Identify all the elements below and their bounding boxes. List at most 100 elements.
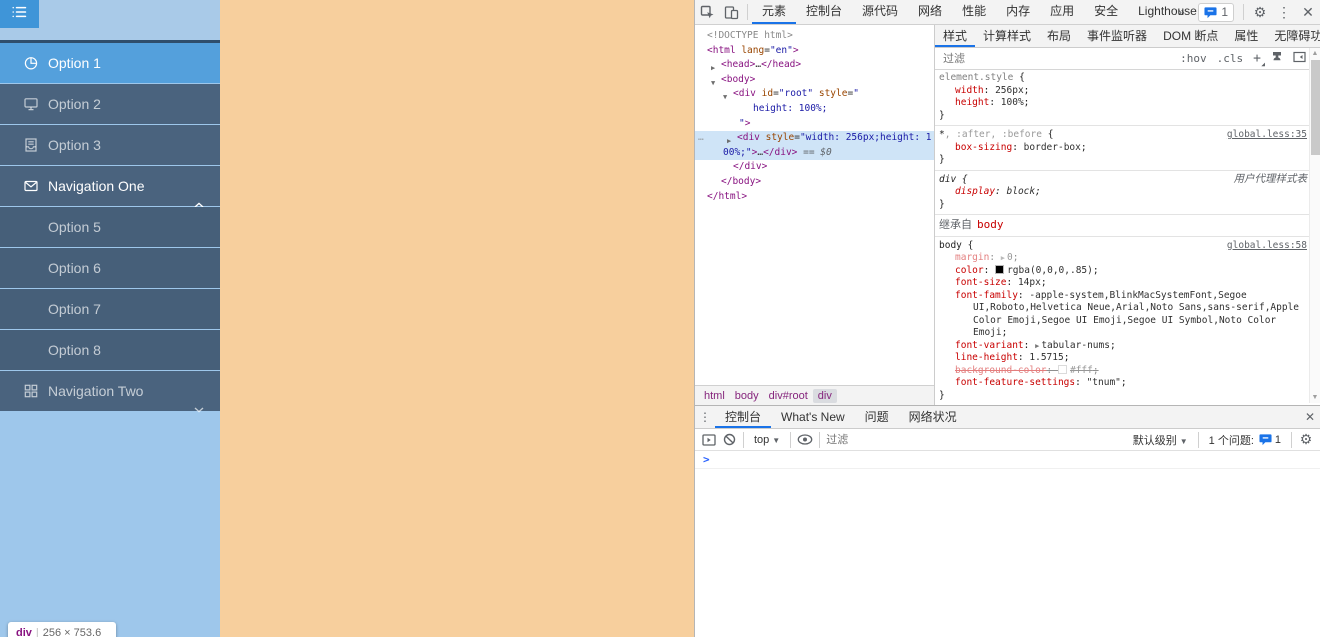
breadcrumb-div[interactable]: div — [813, 389, 837, 403]
styles-tab-0[interactable]: 样式 — [935, 26, 975, 47]
drawer-tab-1[interactable]: What's New — [771, 407, 855, 428]
console-sidebar-icon[interactable] — [699, 431, 719, 449]
sidebar-item-option-2[interactable]: Option 2 — [0, 84, 220, 124]
css-declaration[interactable]: font-variant: ▶tabular-nums; — [939, 340, 1306, 353]
dom-tree-line[interactable]: ▼<div id="root" style=" — [695, 87, 934, 102]
color-swatch[interactable] — [1058, 365, 1067, 374]
drawer-tab-3[interactable]: 网络状况 — [899, 407, 967, 428]
console-filter-input[interactable] — [824, 433, 1127, 447]
live-expression-eye-icon[interactable] — [795, 431, 815, 449]
dom-tree-line[interactable]: </body> — [695, 175, 934, 190]
dom-tree-line[interactable]: 00%;">…</div> == $0 — [695, 146, 934, 161]
drawer-tab-2[interactable]: 问题 — [855, 407, 899, 428]
devtools-tab-7[interactable]: 安全 — [1084, 0, 1128, 24]
settings-gear-icon[interactable]: ⚙ — [1248, 0, 1272, 24]
css-declaration[interactable]: box-sizing: border-box; — [939, 142, 1306, 155]
styles-brush-icon[interactable] — [1271, 51, 1283, 66]
dom-tree-line[interactable]: </div> — [695, 160, 934, 175]
css-declaration[interactable]: width: 256px; — [939, 85, 1306, 98]
toggle-class-button[interactable]: .cls — [1217, 52, 1244, 65]
stylesheet-link[interactable]: global.less:58 — [1227, 240, 1307, 253]
colon: : — [1006, 277, 1017, 288]
css-declaration[interactable]: color: rgba(0,0,0,.85); — [939, 265, 1306, 278]
stylesheet-link[interactable]: global.less:35 — [1227, 129, 1307, 142]
css-declaration[interactable]: display: block; — [939, 186, 1306, 199]
menu-collapse-trigger[interactable] — [0, 0, 39, 28]
color-swatch[interactable] — [995, 265, 1004, 274]
sidebar-item-option-1[interactable]: Option 1 — [0, 43, 220, 83]
console-settings-gear-icon[interactable]: ⚙ — [1296, 431, 1316, 449]
breadcrumb-html[interactable]: html — [699, 389, 730, 403]
scroll-up-arrow[interactable]: ▲ — [1310, 50, 1320, 57]
inspect-element-icon[interactable] — [695, 0, 719, 24]
css-declaration[interactable]: font-family: -apple-system,BlinkMacSyste… — [939, 290, 1306, 340]
sidebar-item-navigation-one[interactable]: Navigation One — [0, 166, 220, 206]
styles-tab-3[interactable]: 事件监听器 — [1079, 26, 1155, 47]
css-declaration[interactable]: font-size: 14px; — [939, 277, 1306, 290]
dom-tree-line[interactable]: <html lang="en"> — [695, 44, 934, 59]
rule-selector[interactable]: element.style { — [939, 72, 1306, 85]
sidebar-item-option-3[interactable]: Option 3 — [0, 125, 220, 165]
devtools-tab-1[interactable]: 控制台 — [796, 0, 852, 24]
devtools-tab-6[interactable]: 应用 — [1040, 0, 1084, 24]
dom-tree-line[interactable]: "> — [695, 117, 934, 132]
breadcrumb-div-root[interactable]: div#root — [764, 389, 813, 403]
devtools-tab-5[interactable]: 内存 — [996, 0, 1040, 24]
log-level-selector[interactable]: 默认级别▼ — [1133, 432, 1188, 448]
drawer-menu-dots-icon[interactable]: ⋮ — [695, 408, 715, 426]
styles-filter-input[interactable] — [941, 52, 1175, 66]
devtools-tab-2[interactable]: 源代码 — [852, 0, 908, 24]
inherited-node-link[interactable]: body — [977, 218, 1004, 231]
styles-tab-6[interactable]: 无障碍功能 — [1266, 26, 1320, 47]
css-declaration[interactable]: font-feature-settings: "tnum"; — [939, 377, 1306, 390]
line-options-dots[interactable]: … — [698, 131, 705, 146]
rule-close-brace: } — [939, 199, 1306, 212]
scrollbar-thumb[interactable] — [1311, 60, 1320, 155]
computed-panel-toggle-icon[interactable] — [1293, 51, 1306, 66]
expand-shorthand-arrow[interactable]: ▶ — [1001, 254, 1005, 262]
property-name: background-color — [955, 365, 1047, 376]
styles-tab-5[interactable]: 属性 — [1226, 26, 1266, 47]
styles-tab-4[interactable]: DOM 断点 — [1155, 26, 1226, 47]
sidebar-item-option-8[interactable]: Option 8 — [0, 330, 220, 370]
dom-tree-line[interactable]: ▼<body> — [695, 73, 934, 88]
devtools-tab-0[interactable]: 元素 — [752, 0, 796, 24]
dom-tree-line[interactable]: …▶<div style="width: 256px;height: 1 — [695, 131, 934, 146]
toggle-pseudo-state-button[interactable]: :hov — [1180, 52, 1207, 65]
css-declaration[interactable]: background-color: #fff; — [939, 365, 1306, 378]
device-toolbar-icon[interactable] — [719, 0, 743, 24]
dom-tree-line[interactable]: height: 100%; — [695, 102, 934, 117]
property-value: 100% — [1001, 97, 1024, 108]
sidebar-item-option-6[interactable]: Option 6 — [0, 248, 220, 288]
styles-tab-2[interactable]: 布局 — [1039, 26, 1079, 47]
devtools-close-icon[interactable]: ✕ — [1296, 0, 1320, 24]
drawer-tab-0[interactable]: 控制台 — [715, 407, 771, 428]
scroll-down-arrow[interactable]: ▼ — [1310, 394, 1320, 401]
js-context-selector[interactable]: top▼ — [754, 434, 780, 446]
code-token: id — [762, 88, 773, 99]
devtools-menu-dots-icon[interactable]: ⋮ — [1272, 0, 1296, 24]
dom-tree-line[interactable]: </html> — [695, 190, 934, 205]
drawer-close-icon[interactable]: ✕ — [1300, 408, 1320, 426]
css-declaration[interactable]: line-height: 1.5715; — [939, 352, 1306, 365]
devtools-tab-8[interactable]: Lighthouse — [1128, 0, 1207, 24]
dom-tree-line[interactable]: <!DOCTYPE html> — [695, 29, 934, 44]
new-style-rule-button[interactable]: +◢ — [1253, 51, 1261, 66]
stylesheet-link[interactable]: 用户代理样式表 — [1234, 174, 1308, 187]
css-declaration[interactable]: height: 100%; — [939, 97, 1306, 110]
dom-tree: <!DOCTYPE html><html lang="en">▶<head>…<… — [695, 25, 934, 204]
sidebar-item-option-5[interactable]: Option 5 — [0, 207, 220, 247]
expand-shorthand-arrow[interactable]: ▶ — [1035, 342, 1039, 350]
styles-scrollbar[interactable]: ▲ ▼ — [1309, 48, 1320, 403]
dom-tree-line[interactable]: ▶<head>…</head> — [695, 58, 934, 73]
devtools-tab-3[interactable]: 网络 — [908, 0, 952, 24]
breadcrumb-body[interactable]: body — [730, 389, 764, 403]
console-prompt-row[interactable]: > — [695, 451, 1320, 469]
sidebar-item-option-7[interactable]: Option 7 — [0, 289, 220, 329]
styles-tab-1[interactable]: 计算样式 — [975, 26, 1039, 47]
devtools-tab-4[interactable]: 性能 — [952, 0, 996, 24]
console-issues-counter[interactable]: 1 个问题: 1 — [1209, 432, 1281, 448]
css-declaration[interactable]: margin: ▶0; — [939, 252, 1306, 265]
clear-console-icon[interactable] — [719, 431, 739, 449]
sidebar-item-navigation-two[interactable]: Navigation Two — [0, 371, 220, 411]
